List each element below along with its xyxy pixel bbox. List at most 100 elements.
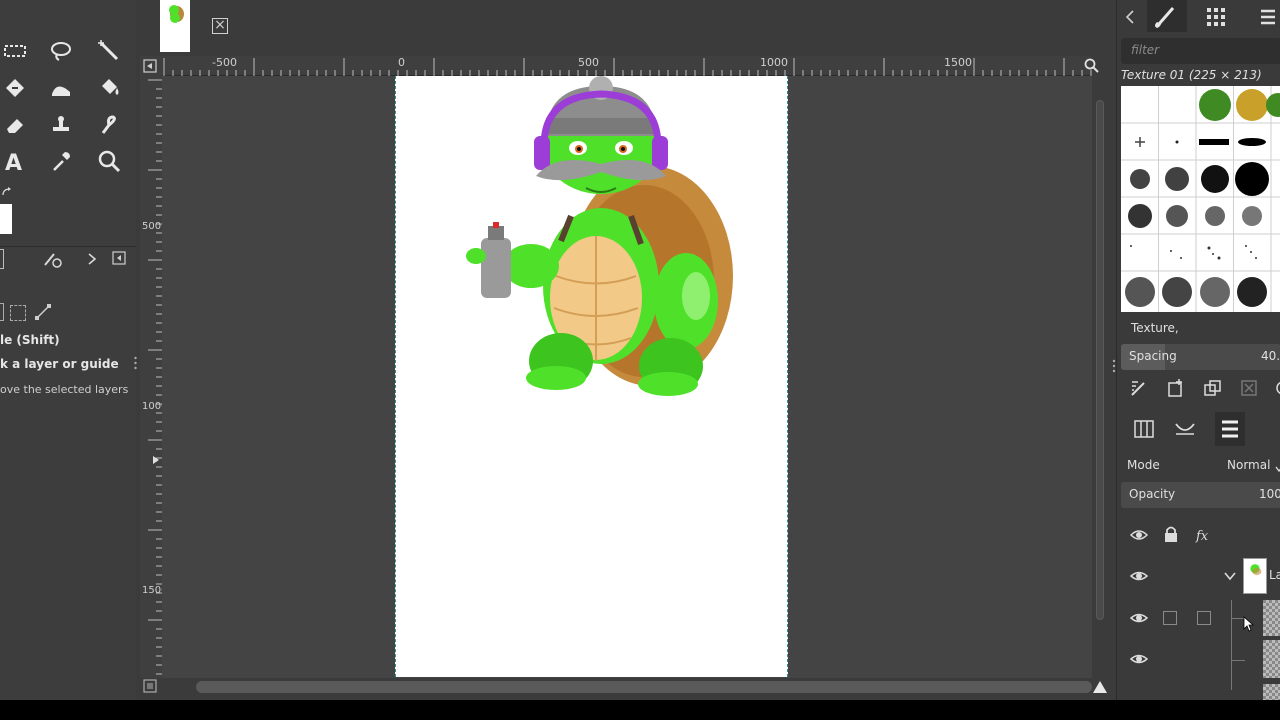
brush-green-texture bbox=[1199, 89, 1231, 121]
horizontal-scrollbar[interactable] bbox=[196, 681, 1092, 693]
opacity-value: 100.0 bbox=[1259, 487, 1280, 501]
mode-label: Mode bbox=[1127, 458, 1160, 472]
right-dock: filter Texture 01 (225 × 213) Texture, S… bbox=[1116, 0, 1280, 700]
svg-text:fx: fx bbox=[1195, 529, 1209, 544]
opacity-slider[interactable]: Opacity 100.0 bbox=[1121, 482, 1280, 508]
bottom-black-bar bbox=[0, 700, 1280, 720]
layer-thumbnail[interactable] bbox=[1263, 684, 1280, 700]
toolbox: A le (Shift) k a layer or guide ove the … bbox=[0, 0, 137, 700]
duplicate-brush-icon[interactable] bbox=[1203, 378, 1223, 398]
layer-thumbnail[interactable] bbox=[1263, 600, 1280, 636]
patterns-grid-icon[interactable] bbox=[1205, 6, 1227, 28]
channels-icon[interactable] bbox=[1133, 418, 1155, 440]
paths-icon[interactable] bbox=[1173, 418, 1197, 440]
brush-grid[interactable] bbox=[1121, 86, 1280, 312]
tab-layers[interactable] bbox=[1215, 412, 1245, 446]
layer-lock-checkbox[interactable] bbox=[1197, 611, 1211, 625]
dock-resize-handle-icon[interactable] bbox=[1112, 358, 1116, 374]
ruler-corner[interactable] bbox=[140, 56, 162, 76]
tool-hint-pick-layer: k a layer or guide bbox=[0, 357, 119, 371]
layer-visibility-eye-icon[interactable] bbox=[1129, 651, 1149, 667]
tab-brushes[interactable] bbox=[1147, 0, 1187, 32]
layers-stack-icon[interactable] bbox=[1257, 6, 1279, 28]
ruler-label: 1000 bbox=[142, 401, 168, 412]
tool-hint-title: le (Shift) bbox=[0, 333, 60, 347]
ruler-label: 1000 bbox=[760, 56, 788, 69]
fuzzy-select-wand-icon[interactable] bbox=[94, 36, 124, 66]
new-brush-icon[interactable] bbox=[1165, 378, 1185, 398]
transform-tool-icon[interactable] bbox=[0, 73, 30, 103]
image-canvas[interactable] bbox=[395, 76, 788, 677]
chevron-right-icon[interactable] bbox=[84, 249, 100, 269]
mode-path-icon[interactable] bbox=[34, 303, 52, 321]
navigate-icon[interactable] bbox=[143, 679, 157, 693]
dropdown-arrow-icon[interactable] bbox=[1275, 462, 1280, 473]
close-tab-icon[interactable]: × bbox=[212, 18, 228, 34]
expand-group-chevron-icon[interactable] bbox=[1223, 570, 1237, 582]
layer-group-thumbnail[interactable] bbox=[1243, 558, 1267, 594]
brush-filter-input[interactable]: filter bbox=[1121, 38, 1280, 64]
vertical-ruler[interactable]: 500 1000 1500 bbox=[140, 76, 168, 678]
ruler-label: 500 bbox=[142, 221, 162, 232]
layer-thumbnail[interactable] bbox=[1263, 640, 1280, 678]
layer-group-name[interactable]: La bbox=[1269, 568, 1280, 582]
spacing-slider[interactable]: Spacing 40.0 bbox=[1121, 344, 1280, 370]
free-select-lasso-icon[interactable] bbox=[46, 36, 76, 66]
text-tool-icon[interactable]: A bbox=[0, 146, 30, 176]
layer-visibility-eye-icon[interactable] bbox=[1129, 610, 1149, 626]
warp-transform-icon[interactable] bbox=[46, 73, 76, 103]
bucket-fill-icon[interactable] bbox=[94, 73, 124, 103]
lock-icon[interactable] bbox=[1163, 525, 1179, 543]
horizontal-ruler[interactable]: -500 0 500 1000 1500 bbox=[162, 56, 1099, 76]
selected-brush-name: Texture 01 (225 × 213) bbox=[1121, 68, 1262, 82]
fx-effects-icon[interactable]: fx bbox=[1195, 526, 1215, 544]
tool-hint-move-selected: ove the selected layers bbox=[0, 383, 129, 396]
vertical-scrollbar[interactable] bbox=[1096, 100, 1104, 620]
refresh-brushes-icon[interactable] bbox=[1275, 378, 1280, 398]
spacing-value: 40.0 bbox=[1261, 349, 1280, 363]
svg-text:A: A bbox=[5, 151, 22, 173]
rect-select-tool-icon[interactable] bbox=[0, 36, 30, 66]
brush-tag-field[interactable]: Texture, bbox=[1131, 321, 1179, 335]
edit-brush-icon[interactable] bbox=[1129, 378, 1149, 398]
swap-colors-icon[interactable] bbox=[2, 186, 12, 196]
opacity-label: Opacity bbox=[1129, 487, 1176, 501]
chevron-left-icon[interactable] bbox=[1123, 8, 1137, 26]
paintbrush-icon bbox=[1155, 7, 1175, 28]
tool-options-tabs bbox=[0, 246, 136, 270]
panel-resize-handle-icon[interactable] bbox=[134, 355, 137, 371]
mode-dropdown[interactable]: Normal bbox=[1227, 458, 1270, 472]
image-tab-strip: × bbox=[140, 0, 1115, 56]
mode-selection-icon[interactable] bbox=[10, 305, 26, 321]
clone-stamp-icon[interactable] bbox=[46, 110, 76, 140]
eye-visibility-header-icon[interactable] bbox=[1129, 526, 1149, 544]
smudge-icon[interactable] bbox=[94, 110, 124, 140]
tree-line bbox=[1231, 660, 1245, 661]
zoom-search-icon[interactable] bbox=[1084, 58, 1100, 74]
ruler-label: 0 bbox=[398, 56, 405, 69]
move-mode-buttons bbox=[0, 303, 60, 323]
tab-partial[interactable] bbox=[0, 249, 4, 269]
scroll-up-triangle-icon[interactable] bbox=[1092, 680, 1108, 694]
layer-chain-checkbox[interactable] bbox=[1163, 611, 1177, 625]
layer-visibility-eye-icon[interactable] bbox=[1129, 568, 1149, 584]
ruler-label: -500 bbox=[212, 56, 237, 69]
image-tab-thumbnail[interactable] bbox=[160, 0, 190, 52]
ruler-label: 1500 bbox=[142, 585, 168, 596]
background-color-swatch[interactable] bbox=[0, 204, 12, 234]
device-status-icon[interactable] bbox=[42, 249, 64, 269]
turtle-artwork bbox=[466, 76, 733, 396]
tree-line bbox=[1231, 600, 1232, 690]
zoom-magnifier-icon[interactable] bbox=[94, 146, 124, 176]
ruler-pointer-icon bbox=[152, 454, 160, 464]
color-picker-icon[interactable] bbox=[46, 146, 76, 176]
filter-placeholder: filter bbox=[1131, 43, 1160, 57]
drag-handle-icon[interactable] bbox=[1221, 406, 1241, 417]
panel-menu-icon[interactable] bbox=[112, 251, 126, 265]
spacing-label: Spacing bbox=[1129, 349, 1177, 363]
mode-layer-button[interactable] bbox=[0, 303, 4, 321]
ruler-label: 1500 bbox=[944, 56, 972, 69]
ruler-label: 500 bbox=[578, 56, 599, 69]
eraser-icon[interactable] bbox=[0, 110, 30, 140]
delete-brush-icon[interactable] bbox=[1239, 378, 1259, 398]
